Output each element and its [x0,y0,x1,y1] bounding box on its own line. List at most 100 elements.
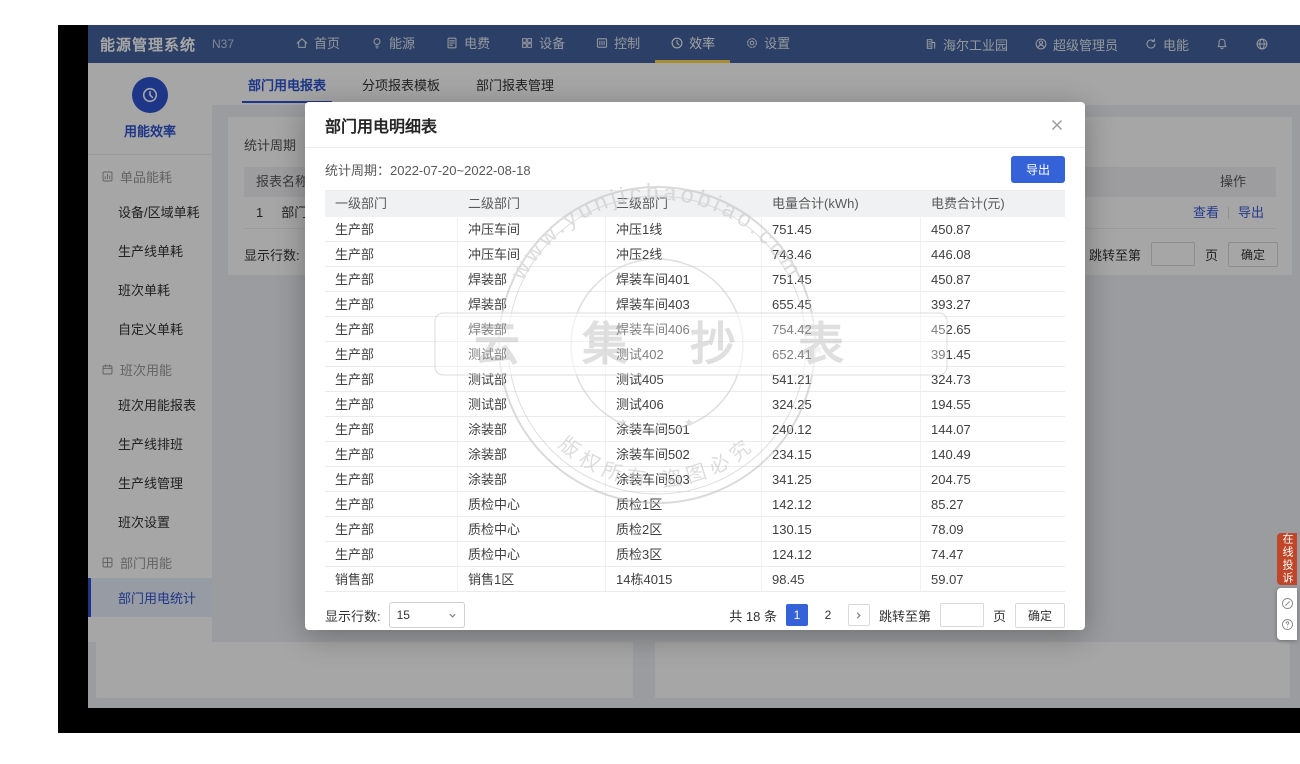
table-cell: 生产部 [325,392,458,416]
export-button[interactable]: 导出 [1011,156,1065,183]
rows-value: 15 [397,608,410,622]
statistic-period: 统计周期：2022-07-20~2022-08-18 [325,160,531,179]
table-cell: 240.12 [762,417,921,441]
link-icon[interactable] [1281,597,1294,610]
table-row: 生产部涂装部涂装车间502234.15140.49 [325,442,1065,467]
table-cell: 324.25 [762,392,921,416]
table-row: 生产部测试部测试406324.25194.55 [325,392,1065,417]
table-row: 生产部冲压车间冲压2线743.46446.08 [325,242,1065,267]
table-cell: 541.21 [762,367,921,391]
table-cell: 393.27 [921,292,1065,316]
table-cell: 78.09 [921,517,1065,541]
table-cell: 446.08 [921,242,1065,266]
table-cell: 142.12 [762,492,921,516]
period-label: 统计周期： [325,163,390,178]
table-cell: 98.45 [762,567,921,591]
table-cell: 130.15 [762,517,921,541]
total-count: 共 18 条 [729,606,777,625]
table-cell: 生产部 [325,242,458,266]
detail-column-header: 二级部门 [458,191,606,217]
table-cell: 质检3区 [606,542,762,566]
table-cell: 质检中心 [458,492,606,516]
table-row: 生产部测试部测试402652.41391.45 [325,342,1065,367]
table-cell: 144.07 [921,417,1065,441]
table-cell: 质检中心 [458,542,606,566]
modal-title: 部门用电明细表 [325,113,437,137]
close-icon[interactable] [1049,117,1065,133]
online-complaint-tab[interactable]: 在线投诉 [1277,533,1297,585]
rows-per-page: 显示行数: 15 [325,602,465,628]
table-row: 生产部涂装部涂装车间501240.12144.07 [325,417,1065,442]
table-row: 生产部焊装部焊装车间406754.42452.65 [325,317,1065,342]
table-cell: 生产部 [325,342,458,366]
page-button-2[interactable]: 2 [817,604,839,626]
screen: 能源管理系统 N37 首页能源电费设备控制效率设置 海尔工业园超级管理员电能 用… [0,0,1300,764]
table-cell: 涂装车间503 [606,467,762,491]
table-cell: 销售1区 [458,567,606,591]
modal-pager: 共 18 条 12 跳转至第 页 确定 [729,603,1065,628]
table-cell: 焊装车间406 [606,317,762,341]
next-page-button[interactable] [848,604,870,626]
table-cell: 85.27 [921,492,1065,516]
table-cell: 391.45 [921,342,1065,366]
table-cell: 204.75 [921,467,1065,491]
page-button-1[interactable]: 1 [786,604,808,626]
detail-table: 一级部门二级部门三级部门电量合计(kWh)电费合计(元) 生产部冲压车间冲压1线… [325,190,1065,592]
table-cell: 234.15 [762,442,921,466]
department-electricity-detail-modal: 部门用电明细表 统计周期：2022-07-20~2022-08-18 导出 一级… [305,102,1085,630]
table-cell: 冲压车间 [458,242,606,266]
table-cell: 涂装部 [458,467,606,491]
period-value: 2022-07-20~2022-08-18 [390,163,531,178]
table-cell: 质检2区 [606,517,762,541]
table-cell: 194.55 [921,392,1065,416]
table-cell: 涂装部 [458,442,606,466]
modal-rows-select[interactable]: 15 [389,602,465,628]
modal-info-row: 统计周期：2022-07-20~2022-08-18 导出 [305,148,1085,190]
table-row: 生产部测试部测试405541.21324.73 [325,367,1065,392]
detail-column-header: 电量合计(kWh) [762,191,921,217]
modal-confirm-button[interactable]: 确定 [1015,603,1065,628]
table-cell: 焊装车间403 [606,292,762,316]
detail-column-header: 一级部门 [325,191,458,217]
table-cell: 销售部 [325,567,458,591]
table-cell: 涂装车间501 [606,417,762,441]
table-cell: 质检1区 [606,492,762,516]
table-cell: 冲压车间 [458,217,606,241]
table-cell: 140.49 [921,442,1065,466]
table-cell: 652.41 [762,342,921,366]
table-cell: 生产部 [325,467,458,491]
floating-help-panel [1277,588,1297,640]
table-row: 生产部焊装部焊装车间401751.45450.87 [325,267,1065,292]
table-cell: 焊装部 [458,267,606,291]
table-cell: 质检中心 [458,517,606,541]
table-row: 生产部涂装部涂装车间503341.25204.75 [325,467,1065,492]
chevron-down-icon [448,611,457,620]
table-cell: 生产部 [325,417,458,441]
table-cell: 冲压1线 [606,217,762,241]
table-row: 销售部销售1区14栋401598.4559.07 [325,567,1065,592]
table-cell: 74.47 [921,542,1065,566]
table-cell: 751.45 [762,217,921,241]
table-cell: 124.12 [762,542,921,566]
page-buttons: 12 [786,604,839,626]
table-cell: 324.73 [921,367,1065,391]
rows-label: 显示行数: [325,606,381,625]
table-cell: 450.87 [921,267,1065,291]
chevron-right-icon [854,611,863,620]
jump-label: 跳转至第 [879,606,931,625]
table-cell: 754.42 [762,317,921,341]
table-cell: 450.87 [921,217,1065,241]
table-cell: 生产部 [325,292,458,316]
table-cell: 焊装部 [458,292,606,316]
modal-jump-input[interactable] [940,603,984,627]
table-cell: 生产部 [325,492,458,516]
table-cell: 14栋4015 [606,567,762,591]
modal-footer: 显示行数: 15 共 18 条 12 跳转至第 页 确定 [305,592,1085,628]
modal-header: 部门用电明细表 [305,102,1085,148]
table-cell: 生产部 [325,367,458,391]
table-cell: 冲压2线 [606,242,762,266]
table-cell: 焊装部 [458,317,606,341]
table-cell: 59.07 [921,567,1065,591]
table-cell: 655.45 [762,292,921,316]
help-icon[interactable] [1281,618,1294,631]
